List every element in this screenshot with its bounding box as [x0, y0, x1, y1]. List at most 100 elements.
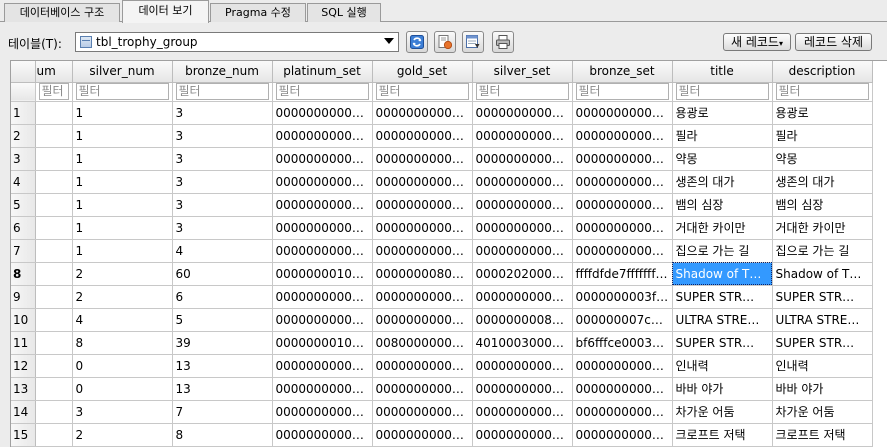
- table-cell[interactable]: 3: [172, 147, 273, 171]
- filter-input-bronze-num[interactable]: 필터: [175, 83, 269, 100]
- table-cell[interactable]: 00000000000000…: [272, 147, 373, 171]
- table-cell[interactable]: 크로프트 저택: [672, 423, 773, 447]
- row-number[interactable]: 8: [11, 262, 36, 286]
- table-cell[interactable]: 0: [72, 377, 173, 401]
- column-header-gold-set[interactable]: gold_set: [372, 61, 473, 83]
- table-cell[interactable]: 00000000000000…: [272, 308, 373, 332]
- row-number[interactable]: 5: [11, 193, 36, 217]
- table-cell[interactable]: 00000000000000…: [272, 423, 373, 447]
- table-cell[interactable]: ULTRA STRE…: [672, 308, 773, 332]
- table-select[interactable]: tbl_trophy_group: [75, 32, 399, 52]
- table-cell[interactable]: ffffdfde7fffffff0…: [572, 262, 673, 286]
- table-cell[interactable]: 000000001000…: [272, 331, 373, 355]
- table-cell[interactable]: 차가운 어둠: [672, 400, 773, 424]
- table-cell[interactable]: 3: [172, 124, 273, 148]
- table-cell[interactable]: [35, 170, 73, 194]
- table-cell[interactable]: [35, 377, 73, 401]
- chevron-down-icon[interactable]: [384, 38, 394, 44]
- table-cell[interactable]: 00800000000…: [372, 331, 473, 355]
- table-cell[interactable]: 00000000000000…: [472, 147, 573, 171]
- table-cell[interactable]: bf6fffce0003d…: [572, 331, 673, 355]
- table-cell[interactable]: 00000000000000…: [472, 124, 573, 148]
- table-cell[interactable]: 00000000000000…: [372, 377, 473, 401]
- table-cell[interactable]: 00000000000000…: [272, 285, 373, 309]
- table-cell[interactable]: 1: [72, 216, 173, 240]
- table-cell[interactable]: 00000000000000…: [272, 216, 373, 240]
- table-row[interactable]: 92600000000000000…00000000000000…0000000…: [11, 285, 873, 309]
- table-cell[interactable]: 5: [172, 308, 273, 332]
- row-number[interactable]: 11: [11, 331, 36, 355]
- table-cell[interactable]: 00000000000000…: [472, 400, 573, 424]
- table-cell[interactable]: 6: [172, 285, 273, 309]
- table-cell[interactable]: 00000000000000…: [572, 147, 673, 171]
- column-header-bronze-num[interactable]: bronze_num: [172, 61, 273, 83]
- filter-input-bronze-set[interactable]: 필터: [575, 83, 669, 100]
- table-cell[interactable]: 필라: [672, 124, 773, 148]
- table-cell[interactable]: 00000000000000…: [572, 216, 673, 240]
- table-cell[interactable]: 00000000000000…: [372, 124, 473, 148]
- row-number[interactable]: 13: [11, 377, 36, 401]
- table-cell[interactable]: [35, 423, 73, 447]
- table-cell[interactable]: 00000000000000…: [372, 285, 473, 309]
- table-cell[interactable]: 1: [72, 147, 173, 171]
- table-cell[interactable]: 바바 야가: [772, 377, 873, 401]
- table-cell[interactable]: 크로프트 저택: [772, 423, 873, 447]
- table-cell[interactable]: 거대한 카이만: [672, 216, 773, 240]
- table-cell[interactable]: [35, 193, 73, 217]
- table-cell[interactable]: 8: [172, 423, 273, 447]
- table-cell[interactable]: [35, 216, 73, 240]
- table-cell[interactable]: 00000000000000…: [372, 308, 473, 332]
- table-cell[interactable]: 1: [72, 101, 173, 125]
- filter-input-title[interactable]: 필터: [675, 83, 769, 100]
- table-cell[interactable]: SUPER STR…: [772, 285, 873, 309]
- table-cell[interactable]: 60: [172, 262, 273, 286]
- table-cell[interactable]: [35, 285, 73, 309]
- row-number[interactable]: 7: [11, 239, 36, 263]
- column-header-silver-num[interactable]: silver_num: [72, 61, 173, 83]
- table-row[interactable]: 71400000000000000…00000000000000…0000000…: [11, 239, 873, 263]
- table-cell[interactable]: 1: [72, 124, 173, 148]
- data-grid[interactable]: um silver_num bronze_num platinum_set gold_s…: [10, 60, 887, 447]
- table-cell[interactable]: 뱀의 심장: [672, 193, 773, 217]
- table-cell[interactable]: 약몽: [672, 147, 773, 171]
- table-cell[interactable]: 000000007c0…: [572, 308, 673, 332]
- delete-record-button[interactable]: 레코드 삭제: [795, 33, 872, 51]
- table-row[interactable]: 31300000000000000…00000000000000…0000000…: [11, 147, 873, 171]
- table-cell[interactable]: 00000000000000…: [472, 101, 573, 125]
- filter-input-silver-num[interactable]: 필터: [75, 83, 169, 100]
- filter-input-description[interactable]: 필터: [775, 83, 869, 100]
- table-cell[interactable]: 00000000000000…: [372, 193, 473, 217]
- table-cell[interactable]: [35, 124, 73, 148]
- table-cell[interactable]: 00000000000000…: [272, 193, 373, 217]
- filter-input-platinum-set[interactable]: 필터: [275, 83, 369, 100]
- table-cell[interactable]: 4: [172, 239, 273, 263]
- table-cell[interactable]: 뱀의 심장: [772, 193, 873, 217]
- table-cell[interactable]: [35, 262, 73, 286]
- filter-input-silver-set[interactable]: 필터: [475, 83, 569, 100]
- table-cell[interactable]: 00000000000000…: [472, 285, 573, 309]
- table-cell[interactable]: 13: [172, 377, 273, 401]
- table-cell[interactable]: 용광로: [772, 101, 873, 125]
- table-cell[interactable]: 00000000000000…: [272, 170, 373, 194]
- column-header-silver-set[interactable]: silver_set: [472, 61, 573, 83]
- table-cell[interactable]: SUPER STR…: [672, 285, 773, 309]
- table-cell[interactable]: 2: [72, 262, 173, 286]
- table-cell[interactable]: 00000000000000…: [472, 354, 573, 378]
- table-cell[interactable]: 인내력: [672, 354, 773, 378]
- table-row[interactable]: 1201300000000000000…00000000000000…00000…: [11, 354, 873, 378]
- table-cell[interactable]: Shadow of T…: [772, 262, 873, 286]
- table-cell[interactable]: 2: [72, 285, 173, 309]
- table-cell[interactable]: 39: [172, 331, 273, 355]
- column-header-platinum-set[interactable]: platinum_set: [272, 61, 373, 83]
- table-cell[interactable]: 000000000800…: [472, 308, 573, 332]
- table-row[interactable]: 152800000000000000…00000000000000…000000…: [11, 423, 873, 447]
- table-cell[interactable]: 1: [72, 239, 173, 263]
- table-row[interactable]: 21300000000000000…00000000000000…0000000…: [11, 124, 873, 148]
- table-cell[interactable]: 00000000000000…: [572, 239, 673, 263]
- selected-cell[interactable]: Shadow of T…: [672, 262, 773, 286]
- table-cell[interactable]: [35, 308, 73, 332]
- table-cell[interactable]: 집으로 가는 길: [672, 239, 773, 263]
- table-cell[interactable]: 생존의 대가: [672, 170, 773, 194]
- table-cell[interactable]: 00000000000000…: [472, 423, 573, 447]
- table-cell[interactable]: 0000000003f0…: [572, 285, 673, 309]
